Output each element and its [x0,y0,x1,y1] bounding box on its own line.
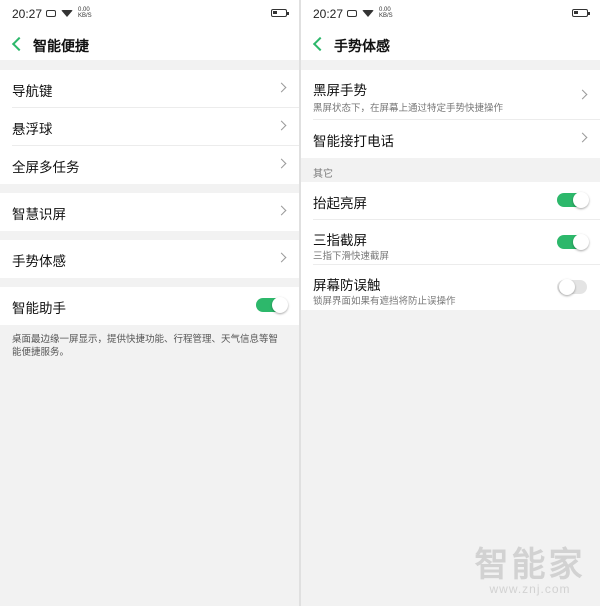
watermark-logo: 智能家 www.znj.com [470,548,590,596]
setting-label: 导航键 [12,84,53,100]
raise-to-wake-toggle[interactable] [557,192,589,208]
page-title: 智能便捷 [33,39,89,55]
wifi-icon [362,9,374,17]
chevron-right-icon [577,132,588,143]
right-screen: 20:27 0.00 KB/S 手势体感 黑屏手势 黑屏状态下，在屏幕上通过特定… [301,0,600,606]
setting-raise-to-wake: 抬起亮屏 [301,182,600,220]
back-arrow-icon[interactable] [313,35,323,53]
settings-group: 智慧识屏 [0,193,299,231]
chevron-right-icon [276,252,287,263]
setting-anti-mistouch: 屏幕防误触 锁屏界面如果有遮挡将防止误操作 [301,265,600,310]
battery-icon [271,9,289,17]
battery-icon [572,9,590,17]
setting-label: 手势体感 [12,254,66,270]
chevron-right-icon [276,205,287,216]
page-title: 手势体感 [334,39,390,55]
setting-three-finger-screenshot: 三指截屏 三指下滑快速截屏 [301,220,600,265]
title-bar: 智能便捷 [0,28,299,60]
setting-label: 屏幕防误触 [313,278,381,294]
status-bar: 20:27 0.00 KB/S [0,0,299,28]
status-time: 20:27 [12,7,43,21]
chevron-right-icon [276,158,287,169]
left-screen: 20:27 0.00 KB/S 智能便捷 导航键 悬浮球 全屏多任务 智慧识屏 … [0,0,299,606]
settings-group: 黑屏手势 黑屏状态下，在屏幕上通过特定手势快捷操作 智能接打电话 [301,70,600,158]
setting-smart-assistant: 智能助手 [0,287,299,325]
settings-group: 智能助手 [0,287,299,325]
chevron-right-icon [276,82,287,93]
settings-group: 抬起亮屏 三指截屏 三指下滑快速截屏 屏幕防误触 锁屏界面如果有遮挡将防止误操作 [301,182,600,310]
setting-fullscreen-multitask[interactable]: 全屏多任务 [0,146,299,184]
setting-floating-ball[interactable]: 悬浮球 [0,108,299,146]
setting-description: 黑屏状态下，在屏幕上通过特定手势快捷操作 [313,103,504,114]
status-time: 20:27 [313,7,344,21]
chevron-right-icon [577,89,588,100]
back-arrow-icon[interactable] [12,35,22,53]
setting-gestures-motions[interactable]: 手势体感 [0,240,299,278]
section-header: 其它 [301,158,600,182]
assistant-description: 桌面最边缘一屏显示，提供快捷功能、行程管理、天气信息等智能便捷服务。 [0,325,299,367]
camera-icon [347,9,357,17]
setting-description: 锁屏界面如果有遮挡将防止误操作 [313,296,456,307]
watermark-text: 智能家 [474,545,586,585]
setting-label: 黑屏手势 [313,83,367,99]
camera-icon [46,9,56,17]
network-speed: 0.00 KB/S [78,7,92,19]
setting-label: 三指截屏 [313,233,367,249]
setting-label: 智能助手 [12,301,66,317]
smart-assistant-toggle[interactable] [256,297,288,313]
setting-label: 全屏多任务 [12,160,80,176]
setting-smart-call[interactable]: 智能接打电话 [301,120,600,158]
three-finger-screenshot-toggle[interactable] [557,234,589,250]
settings-group: 手势体感 [0,240,299,278]
setting-label: 智慧识屏 [12,207,66,223]
setting-label: 悬浮球 [12,122,53,138]
setting-label: 抬起亮屏 [313,196,367,212]
setting-black-screen-gestures[interactable]: 黑屏手势 黑屏状态下，在屏幕上通过特定手势快捷操作 [301,70,600,120]
setting-smart-screen-recognition[interactable]: 智慧识屏 [0,193,299,231]
chevron-right-icon [276,120,287,131]
wifi-icon [61,9,73,17]
setting-navigation-keys[interactable]: 导航键 [0,70,299,108]
setting-label: 智能接打电话 [313,134,394,150]
section-title: 其它 [313,169,333,180]
setting-description: 三指下滑快速截屏 [313,251,390,262]
anti-mistouch-toggle[interactable] [557,279,587,295]
settings-group: 导航键 悬浮球 全屏多任务 [0,70,299,184]
title-bar: 手势体感 [301,28,600,60]
status-bar: 20:27 0.00 KB/S [301,0,600,28]
network-speed: 0.00 KB/S [379,7,393,19]
